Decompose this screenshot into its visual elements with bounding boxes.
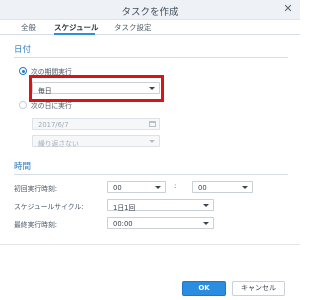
radio-periodic[interactable] <box>19 67 27 75</box>
date-input[interactable]: 2017/6/7 <box>32 118 160 130</box>
tab-bar: 全般 スケジュール タスク設定 <box>0 20 300 35</box>
last-run-select-value: 00:00 <box>113 219 133 228</box>
date-section-title: 日付 <box>14 45 32 55</box>
highlight-box <box>29 75 164 102</box>
chevron-down-icon <box>203 222 209 225</box>
cancel-button[interactable]: キャンセル <box>232 281 285 296</box>
radio-once[interactable] <box>19 101 27 109</box>
footer-divider <box>0 244 300 245</box>
first-run-minute-value: 00 <box>198 183 207 192</box>
create-task-dialog: タスクを作成 ✕ 全般 スケジュール タスク設定 日付 次の期間実行 毎日 次の… <box>0 0 300 300</box>
repeat-select-value: 繰り返さない <box>38 139 79 148</box>
title-bar: タスクを作成 ✕ <box>0 0 300 20</box>
chevron-down-icon <box>242 186 248 189</box>
chevron-down-icon <box>149 140 155 143</box>
date-section-divider <box>14 57 288 58</box>
repeat-select[interactable]: 繰り返さない <box>32 135 160 148</box>
time-section-divider <box>14 174 288 175</box>
chevron-down-icon <box>155 186 161 189</box>
active-tab-indicator <box>54 33 95 35</box>
first-run-hour-select[interactable]: 00 <box>107 181 166 193</box>
chevron-down-icon <box>203 204 209 207</box>
dialog-title: タスクを作成 <box>121 7 179 18</box>
cycle-select[interactable]: 1日1回 <box>107 199 214 212</box>
first-run-label: 初回実行時刻: <box>14 185 58 193</box>
tab-schedule[interactable]: スケジュール <box>54 22 98 33</box>
cycle-label: スケジュールサイクル: <box>14 203 84 211</box>
first-run-minute-select[interactable]: 00 <box>192 181 253 193</box>
time-separator: : <box>174 182 177 190</box>
radio-once-label: 次の日に実行 <box>31 102 72 110</box>
tab-task-settings[interactable]: タスク設定 <box>114 22 152 33</box>
last-run-label: 最終実行時刻: <box>14 221 58 229</box>
time-section-title: 時間 <box>14 162 32 172</box>
calendar-icon <box>149 121 156 127</box>
last-run-select[interactable]: 00:00 <box>107 217 214 229</box>
first-run-hour-value: 00 <box>113 183 122 192</box>
ok-button[interactable]: OK <box>182 281 226 296</box>
tab-general[interactable]: 全般 <box>21 22 36 33</box>
cycle-select-value: 1日1回 <box>113 203 136 212</box>
date-input-value: 2017/6/7 <box>38 120 69 129</box>
close-icon[interactable]: ✕ <box>281 2 295 16</box>
